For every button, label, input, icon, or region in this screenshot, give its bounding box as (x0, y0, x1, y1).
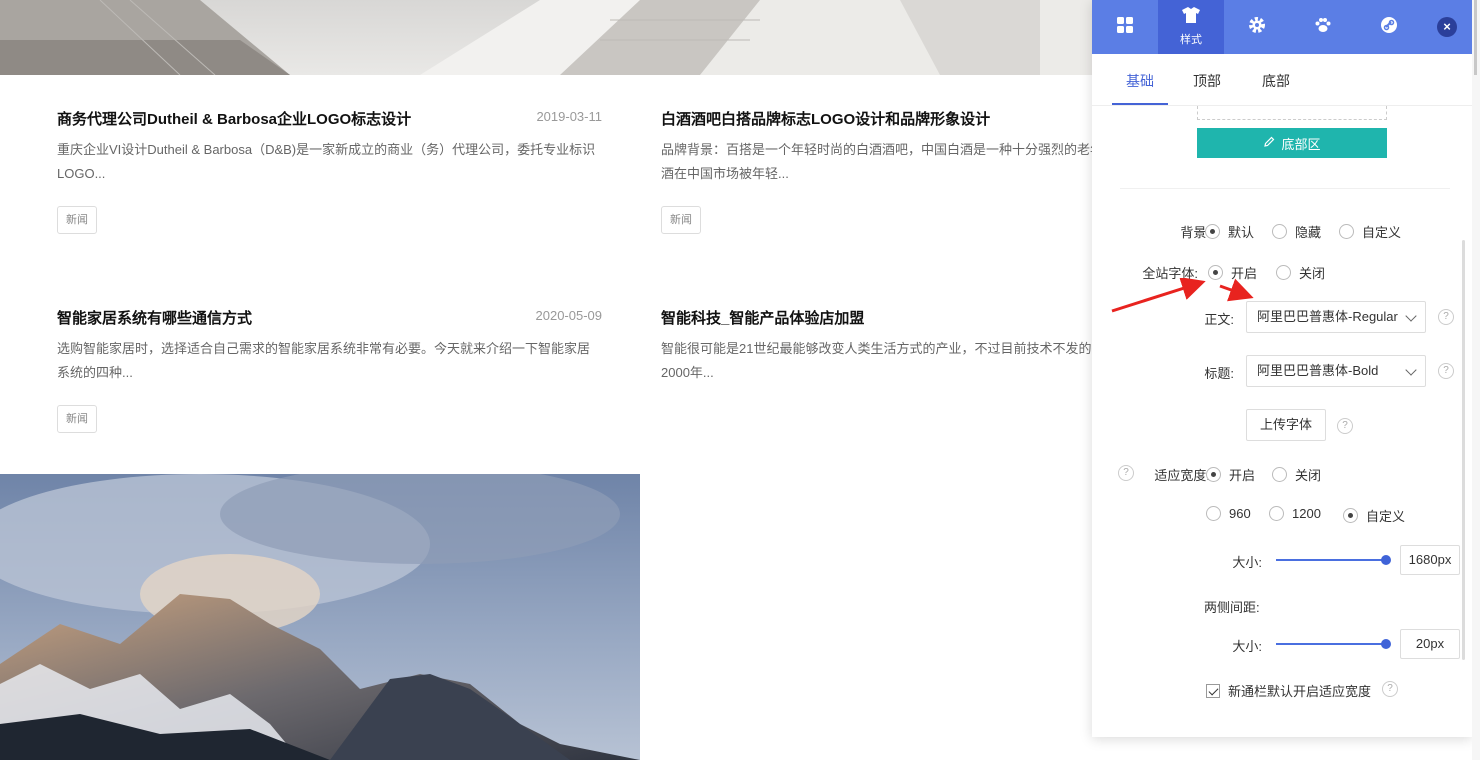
hero-banner-image (0, 0, 1092, 75)
title-font-label: 标题: (1204, 366, 1234, 381)
tab-top[interactable]: 顶部 (1193, 71, 1221, 91)
article-title[interactable]: 白酒酒吧白搭品牌标志LOGO设计和品牌形象设计 (661, 108, 990, 129)
footer-area-button[interactable]: 底部区 (1197, 128, 1387, 158)
drop-zone (1197, 106, 1387, 120)
close-icon[interactable]: × (1437, 17, 1457, 37)
arrow-to-body-font (1219, 278, 1254, 302)
title-font-select[interactable]: 阿里巴巴普惠体-Bold (1246, 355, 1426, 387)
gear-icon (1248, 16, 1266, 39)
radio-label: 自定义 (1366, 509, 1406, 524)
background-label: 背景: (1180, 225, 1210, 240)
radio-icon (1205, 224, 1220, 239)
slider-fill (1276, 643, 1386, 645)
spacing-input[interactable]: 20px (1400, 629, 1460, 659)
divider (1120, 188, 1450, 189)
radio-icon (1276, 265, 1291, 280)
radio-label: 关闭 (1295, 468, 1322, 483)
article-title[interactable]: 智能科技_智能产品体验店加盟 (661, 307, 864, 328)
radio-label: 自定义 (1362, 225, 1402, 240)
tab-pets[interactable] (1290, 0, 1356, 54)
body-font-select[interactable]: 阿里巴巴普惠体-Regular (1246, 301, 1426, 333)
radio-label: 960 (1229, 506, 1251, 521)
paw-icon (1314, 16, 1332, 39)
article-tag[interactable]: 新闻 (661, 206, 701, 234)
tab-layout[interactable] (1092, 0, 1158, 54)
upload-font-button[interactable]: 上传字体 (1246, 409, 1326, 441)
width-input[interactable]: 1680px (1400, 545, 1460, 575)
tab-basic[interactable]: 基础 (1126, 71, 1154, 91)
adaptive-width-label: 适应宽度: (1154, 468, 1210, 483)
article-date: 2020-05-09 (535, 308, 603, 323)
article-summary: 重庆企业VI设计Dutheil & Barbosa（D&B)是一家新成立的商业（… (57, 142, 596, 181)
arrow-to-site-font (1111, 278, 1206, 313)
side-spacing-label: 两侧间距: (1204, 600, 1260, 615)
sub-tabs: 基础 顶部 底部 (1092, 54, 1472, 106)
chevron-down-icon (1405, 364, 1417, 376)
body-font-value: 阿里巴巴普惠体-Regular (1257, 309, 1398, 324)
help-icon[interactable]: ? (1118, 465, 1134, 481)
help-icon[interactable]: ? (1438, 363, 1454, 379)
article-title[interactable]: 智能家居系统有哪些通信方式 (57, 307, 252, 328)
background-option-default[interactable]: 默认 (1205, 222, 1254, 241)
title-font-value: 阿里巴巴普惠体-Bold (1257, 363, 1379, 378)
radio-label: 开启 (1229, 468, 1256, 483)
tab-style-label: 样式 (1180, 34, 1202, 46)
width-option-1200[interactable]: 1200 (1269, 506, 1321, 521)
slider-fill (1276, 559, 1386, 561)
help-icon[interactable]: ? (1337, 418, 1353, 434)
scrollbar-thumb[interactable] (1474, 0, 1477, 75)
chevron-down-icon (1405, 310, 1417, 322)
radio-icon (1272, 224, 1287, 239)
style-settings-panel: 样式 × 基础 顶部 底部 底部区 背景: 默认 隐藏 自定义 全站字体: 开启… (1092, 0, 1472, 737)
help-icon[interactable]: ? (1382, 681, 1398, 697)
radio-icon (1272, 467, 1287, 482)
footer-area-label: 底部区 (1281, 136, 1321, 152)
radio-icon (1269, 506, 1284, 521)
new-column-adaptive-checkbox[interactable]: 新通栏默认开启适应宽度 (1206, 681, 1371, 700)
width-slider[interactable] (1276, 554, 1391, 566)
radio-label: 1200 (1292, 506, 1321, 521)
width-option-custom[interactable]: 自定义 (1343, 506, 1405, 525)
mountain-photo (0, 474, 640, 760)
shirt-icon (1182, 7, 1200, 28)
article-summary: 选购智能家居时，选择适合自己需求的智能家居系统非常有必要。今天就来介绍一下智能家… (57, 341, 591, 380)
background-option-custom[interactable]: 自定义 (1339, 222, 1401, 241)
annotation-arrows (1111, 278, 1254, 313)
checkbox-label: 新通栏默认开启适应宽度 (1228, 684, 1372, 699)
tab-settings[interactable] (1224, 0, 1290, 54)
grid-icon (1116, 16, 1134, 39)
panel-scrollbar[interactable] (1462, 240, 1465, 660)
tab-bottom[interactable]: 底部 (1262, 71, 1290, 91)
tab-style[interactable]: 样式 (1158, 0, 1224, 54)
slider-handle[interactable] (1381, 639, 1391, 649)
radio-label: 默认 (1228, 225, 1255, 240)
radio-label: 关闭 (1299, 266, 1326, 281)
help-icon[interactable]: ? (1438, 309, 1454, 325)
tab-links[interactable] (1356, 0, 1422, 54)
article-date: 2019-03-11 (536, 109, 602, 124)
width-option-960[interactable]: 960 (1206, 506, 1251, 521)
checkbox-icon (1206, 683, 1220, 698)
article-tag[interactable]: 新闻 (57, 206, 97, 234)
background-option-hidden[interactable]: 隐藏 (1272, 222, 1321, 241)
spacing-slider[interactable] (1276, 638, 1391, 650)
size-label: 大小: (1232, 639, 1262, 654)
radio-icon (1206, 506, 1221, 521)
radio-label: 隐藏 (1295, 225, 1322, 240)
page-scrollbar[interactable] (1472, 0, 1480, 760)
adaptive-width-on[interactable]: 开启 (1206, 465, 1255, 484)
active-tab-indicator (1112, 103, 1168, 105)
radio-icon (1206, 467, 1221, 482)
pencil-icon (1263, 136, 1275, 151)
radio-icon (1339, 224, 1354, 239)
article-tag[interactable]: 新闻 (57, 405, 97, 433)
site-font-off[interactable]: 关闭 (1276, 263, 1325, 282)
panel-header: 样式 × (1092, 0, 1472, 54)
radio-icon (1343, 508, 1358, 523)
adaptive-width-off[interactable]: 关闭 (1272, 465, 1321, 484)
size-label: 大小: (1232, 555, 1262, 570)
article-title[interactable]: 商务代理公司Dutheil & Barbosa企业LOGO标志设计 (57, 108, 411, 129)
link-icon (1380, 16, 1398, 39)
slider-handle[interactable] (1381, 555, 1391, 565)
